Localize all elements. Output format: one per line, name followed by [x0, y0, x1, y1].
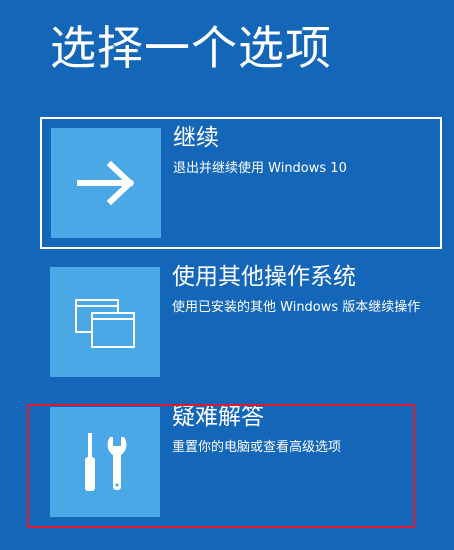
- option-other-os-tile: [50, 267, 160, 377]
- tools-icon: [85, 433, 127, 491]
- option-continue-tile: [51, 128, 161, 238]
- option-other-os[interactable]: 使用其他操作系统 使用已安装的其他 Windows 版本继续操作: [40, 257, 442, 389]
- option-troubleshoot-tile: [50, 407, 160, 517]
- option-continue[interactable]: 继续 退出并继续使用 Windows 10: [40, 117, 442, 249]
- option-troubleshoot[interactable]: 疑难解答 重置你的电脑或查看高级选项: [40, 397, 442, 529]
- option-continue-description: 退出并继续使用 Windows 10: [173, 161, 347, 176]
- arrow-right-icon: [77, 160, 135, 206]
- windows-stack-icon: [75, 299, 135, 348]
- option-other-os-title: 使用其他操作系统: [172, 264, 356, 290]
- option-continue-title: 继续: [173, 125, 219, 151]
- option-troubleshoot-description: 重置你的电脑或查看高级选项: [172, 440, 342, 455]
- option-troubleshoot-title: 疑难解答: [172, 404, 264, 430]
- option-other-os-description: 使用已安装的其他 Windows 版本继续操作: [172, 300, 421, 315]
- page-title: 选择一个选项: [50, 21, 332, 75]
